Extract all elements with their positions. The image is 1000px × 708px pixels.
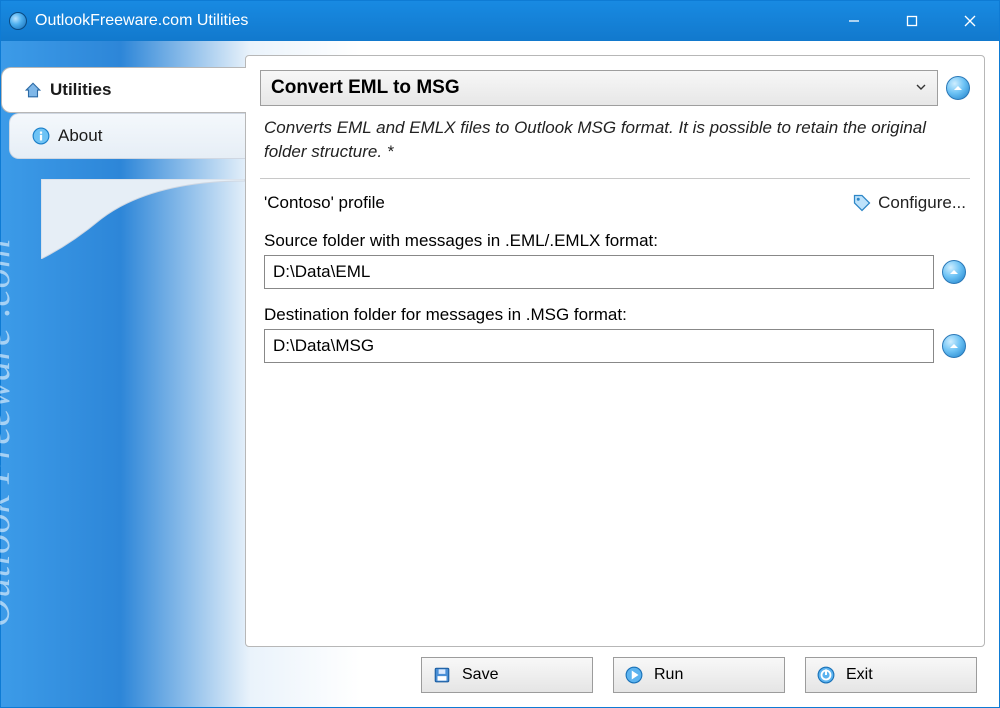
bottom-button-bar: Save Run Exit: [1, 647, 985, 697]
window-controls: [825, 1, 999, 41]
window-title: OutlookFreeware.com Utilities: [35, 12, 825, 30]
browse-dest-button[interactable]: [942, 334, 966, 358]
collapse-button[interactable]: [946, 76, 970, 100]
configure-link[interactable]: Configure...: [852, 193, 966, 213]
maximize-button[interactable]: [883, 1, 941, 41]
browse-source-button[interactable]: [942, 260, 966, 284]
source-folder-input[interactable]: [264, 255, 934, 289]
save-icon: [432, 665, 452, 685]
info-icon: [32, 127, 50, 145]
dest-field-block: Destination folder for messages in .MSG …: [260, 305, 970, 379]
sidebar-tab-about[interactable]: About: [9, 113, 245, 159]
titlebar: OutlookFreeware.com Utilities: [1, 1, 999, 41]
exit-button[interactable]: Exit: [805, 657, 977, 693]
source-label: Source folder with messages in .EML/.EML…: [264, 231, 966, 251]
close-button[interactable]: [941, 1, 999, 41]
run-label: Run: [654, 666, 683, 684]
utility-description: Converts EML and EMLX files to Outlook M…: [260, 106, 970, 178]
app-window: OutlookFreeware.com Utilities Utilities: [0, 0, 1000, 708]
sidebar: Utilities About Outlook Freeware .com: [1, 55, 245, 647]
utility-title-row: Convert EML to MSG: [260, 70, 970, 106]
sidebar-tab-label: Utilities: [50, 80, 111, 100]
sidebar-curve-decoration: [41, 179, 245, 259]
sidebar-tab-utilities[interactable]: Utilities: [1, 67, 246, 113]
body-area: Utilities About Outlook Freeware .com: [1, 41, 999, 707]
utility-name: Convert EML to MSG: [271, 77, 915, 99]
exit-label: Exit: [846, 666, 873, 684]
save-label: Save: [462, 666, 498, 684]
save-button[interactable]: Save: [421, 657, 593, 693]
content-panel: Convert EML to MSG Converts EML and EMLX…: [245, 55, 985, 647]
sidebar-tab-label: About: [58, 126, 102, 146]
profile-label: 'Contoso' profile: [264, 193, 852, 213]
play-icon: [624, 665, 644, 685]
divider: [260, 178, 970, 179]
tag-icon: [852, 193, 872, 213]
main-row: Utilities About Outlook Freeware .com: [1, 55, 985, 647]
dest-folder-input[interactable]: [264, 329, 934, 363]
chevron-down-icon: [915, 77, 927, 99]
home-icon: [24, 81, 42, 99]
power-icon: [816, 665, 836, 685]
profile-row: 'Contoso' profile Configure...: [260, 193, 970, 231]
app-icon: [9, 12, 27, 30]
dest-label: Destination folder for messages in .MSG …: [264, 305, 966, 325]
utility-selector[interactable]: Convert EML to MSG: [260, 70, 938, 106]
brand-watermark: Outlook Freeware .com: [0, 238, 19, 627]
source-field-block: Source folder with messages in .EML/.EML…: [260, 231, 970, 305]
configure-label: Configure...: [878, 193, 966, 213]
minimize-button[interactable]: [825, 1, 883, 41]
run-button[interactable]: Run: [613, 657, 785, 693]
